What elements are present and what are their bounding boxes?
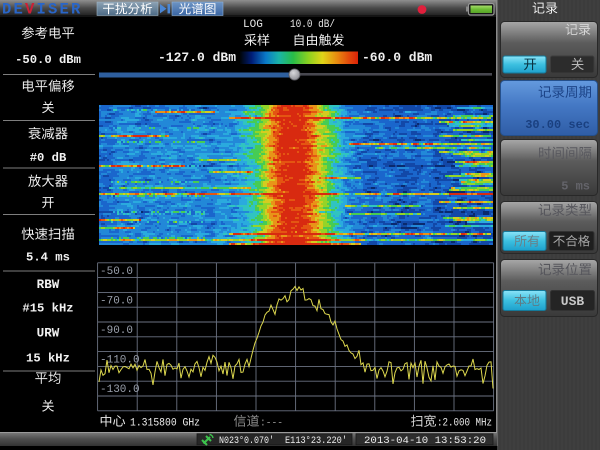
svg-text:N023°0.070': N023°0.070' [219, 435, 274, 447]
svg-text:10.0 dB/: 10.0 dB/ [290, 19, 335, 31]
svg-text:-127.0 dBm: -127.0 dBm [158, 50, 236, 65]
svg-text:DEVISER: DEVISER [2, 1, 83, 19]
svg-text:-50.0: -50.0 [100, 266, 133, 278]
svg-text:-50.0 dBm: -50.0 dBm [15, 53, 81, 67]
svg-text:#15 kHz: #15 kHz [22, 301, 73, 315]
svg-text:LOG: LOG [243, 19, 263, 31]
svg-text:5 ms: 5 ms [561, 180, 590, 194]
svg-text:#0 dB: #0 dB [30, 151, 67, 165]
svg-text:USB: USB [561, 294, 585, 309]
svg-text:-70.0: -70.0 [100, 295, 133, 307]
svg-text:30.00 sec: 30.00 sec [525, 118, 590, 132]
svg-text:-60.0 dBm: -60.0 dBm [362, 50, 432, 65]
svg-text::---: :--- [260, 418, 283, 430]
svg-text:1.315800 GHz: 1.315800 GHz [130, 418, 200, 430]
svg-text::2.000 MHz: :2.000 MHz [437, 418, 492, 430]
svg-text:RBW: RBW [37, 278, 60, 292]
svg-text:-90.0: -90.0 [100, 325, 133, 337]
svg-text:-130.0: -130.0 [100, 384, 140, 396]
svg-text:2013-04-10 13:53:20: 2013-04-10 13:53:20 [364, 435, 486, 447]
svg-text:15 kHz: 15 kHz [26, 351, 70, 365]
svg-text:URW: URW [37, 326, 60, 340]
svg-text:5.4 ms: 5.4 ms [26, 250, 70, 264]
svg-text:E113°23.220': E113°23.220' [285, 435, 347, 447]
